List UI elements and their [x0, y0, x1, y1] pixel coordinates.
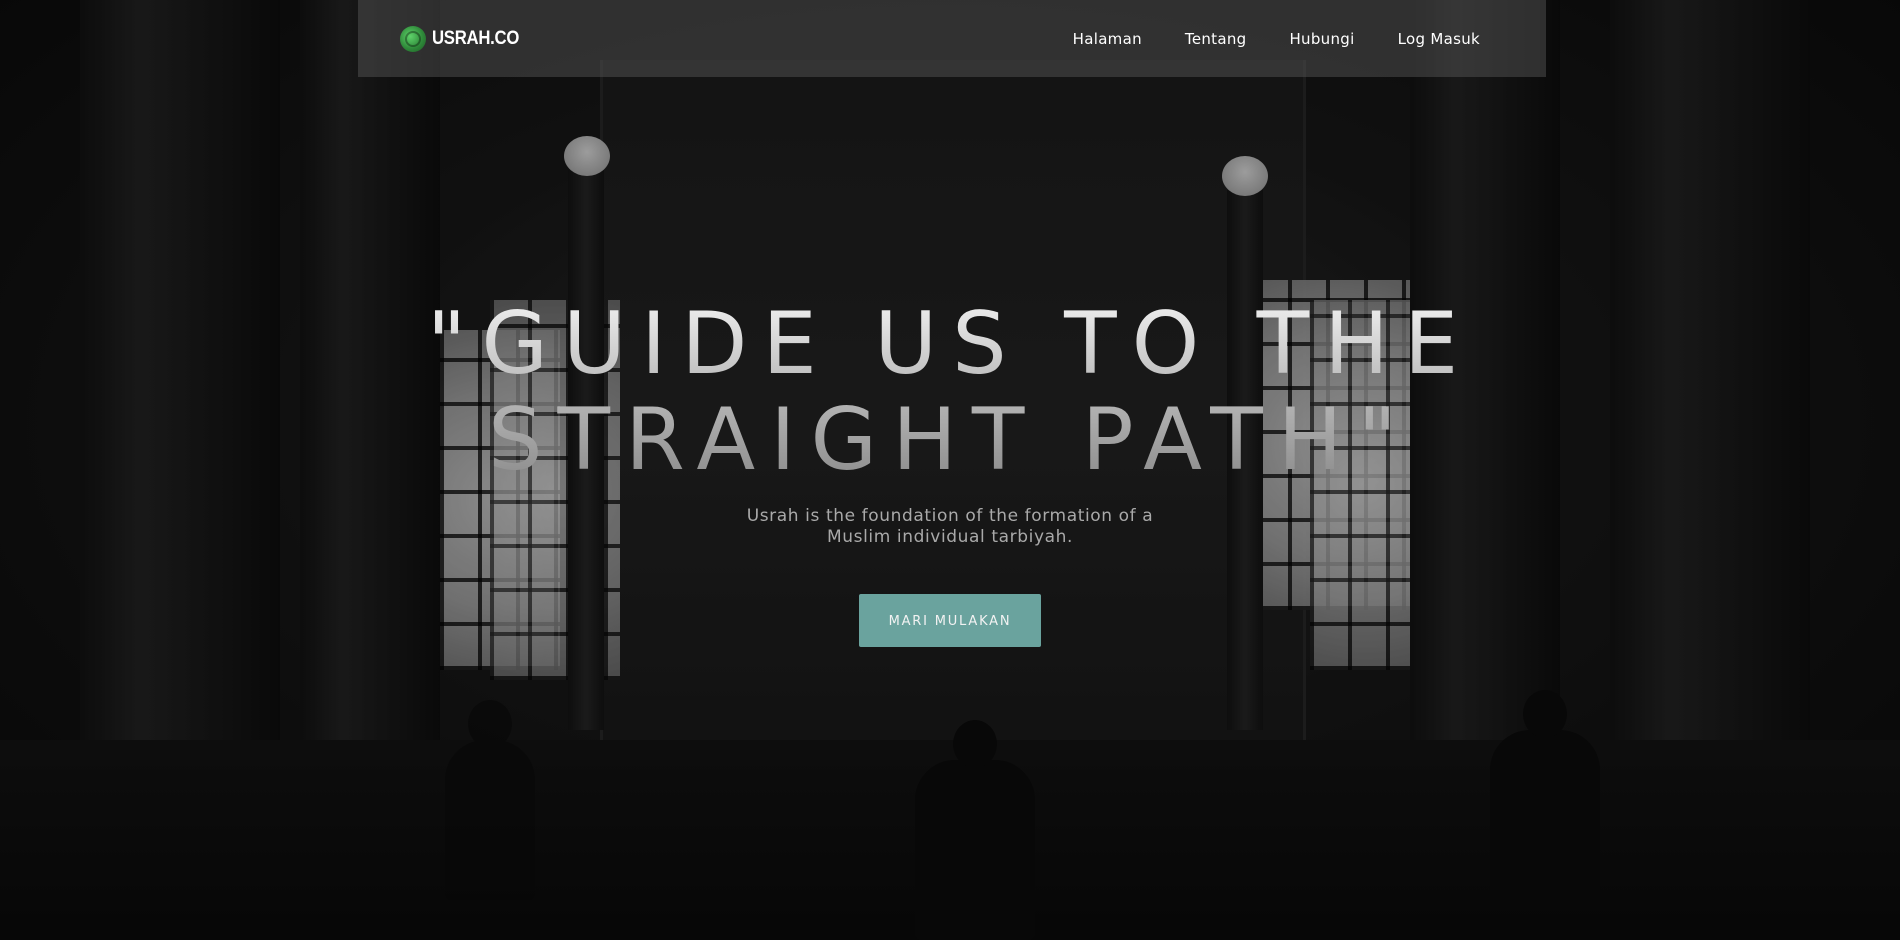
get-started-button[interactable]: MARI MULAKAN [859, 594, 1041, 647]
brand-name: USRAH.CO [432, 27, 520, 49]
nav-link-halaman[interactable]: Halaman [1073, 30, 1142, 48]
nav-link-log-masuk[interactable]: Log Masuk [1398, 30, 1480, 48]
hero-headline: "GUIDE US TO THE STRAIGHT PATH" [400, 296, 1500, 488]
nav-link-hubungi[interactable]: Hubungi [1289, 30, 1354, 48]
hero-subtitle: Usrah is the foundation of the formation… [746, 506, 1154, 547]
brand-logo-link[interactable]: USRAH.CO [400, 25, 531, 52]
usrah-logo-icon [400, 25, 426, 52]
nav-links: Halaman Tentang Hubungi Log Masuk [1073, 30, 1480, 48]
navbar: USRAH.CO Halaman Tentang Hubungi Log Mas… [358, 0, 1546, 77]
hero-section: USRAH.CO Halaman Tentang Hubungi Log Mas… [0, 0, 1900, 940]
hero-content: "GUIDE US TO THE STRAIGHT PATH" Usrah is… [0, 296, 1900, 647]
nav-link-tentang[interactable]: Tentang [1185, 30, 1247, 48]
